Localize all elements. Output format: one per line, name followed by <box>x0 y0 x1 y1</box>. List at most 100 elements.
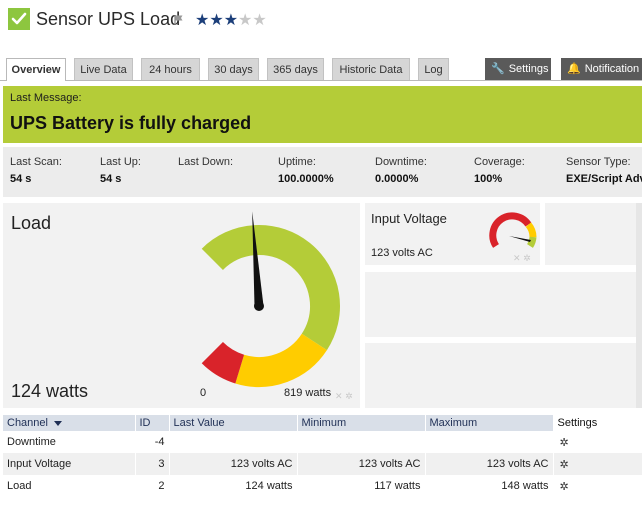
cell-last-value: 123 volts AC <box>169 453 298 475</box>
column-header-settings: Settings <box>553 415 642 431</box>
stat-value: EXE/Script Adv <box>566 173 642 185</box>
cell-maximum: 148 watts <box>425 475 554 497</box>
notifications-button[interactable]: 🔔 Notification <box>561 58 642 80</box>
stat-downtime: Downtime: 0.0000% <box>375 156 427 185</box>
tab-log[interactable]: Log <box>418 58 449 80</box>
panel-edge <box>636 203 642 408</box>
column-header-last-value[interactable]: Last Value <box>169 415 298 431</box>
tab-overview[interactable]: Overview <box>6 58 66 81</box>
cell-channel[interactable]: Downtime <box>3 431 136 453</box>
gear-icon[interactable]: ✲ <box>345 391 353 401</box>
cell-last-value: 124 watts <box>169 475 298 497</box>
gear-icon[interactable]: ✲ <box>560 436 569 449</box>
gauge-min-label: 0 <box>200 387 207 399</box>
table-header-row: Channel ID Last Value Minimum Maximum Se… <box>3 415 642 431</box>
stat-uptime: Uptime: 100.0000% <box>278 156 334 185</box>
tab-24-hours[interactable]: 24 hours <box>141 58 200 80</box>
stat-value: 0.0000% <box>375 173 419 185</box>
stat-label: Downtime: <box>375 156 427 168</box>
panel-tools[interactable]: ✕ ✲ <box>335 391 353 402</box>
cell-maximum <box>425 431 554 453</box>
star-icon[interactable]: ★ <box>209 12 223 29</box>
empty-panel <box>365 343 642 408</box>
last-message-text: UPS Battery is fully charged <box>10 113 252 133</box>
tab-365-days[interactable]: 365 days <box>267 58 324 80</box>
tab-bar: Overview Live Data 24 hours 30 days 365 … <box>0 58 642 81</box>
input-voltage-gauge <box>489 212 537 248</box>
gauge-hub <box>254 301 264 311</box>
status-ok-icon <box>8 8 30 30</box>
star-icon[interactable]: ★ <box>224 12 238 29</box>
gear-icon[interactable]: ✲ <box>560 458 569 471</box>
stat-last-scan: Last Scan: 54 s <box>10 156 62 185</box>
table-row: Input Voltage 3 123 volts AC 123 volts A… <box>3 453 642 475</box>
stat-coverage: Coverage: 100% <box>474 156 525 185</box>
page-title: Sensor UPS Load <box>36 9 181 29</box>
flag-icon[interactable] <box>174 14 184 26</box>
pin-icon[interactable]: ✕ <box>513 253 521 263</box>
star-icon[interactable]: ★ <box>238 12 252 29</box>
cell-settings: ✲ <box>553 475 642 497</box>
sensor-header: Sensor UPS Load ★★★★★ <box>0 0 642 44</box>
star-icon[interactable]: ★ <box>195 12 209 29</box>
empty-panel <box>365 272 642 337</box>
stat-last-down: Last Down: <box>178 156 233 173</box>
channel-table: Channel ID Last Value Minimum Maximum Se… <box>3 415 642 497</box>
cell-settings: ✲ <box>553 431 642 453</box>
tab-live-data[interactable]: Live Data <box>74 58 133 80</box>
table-row: Downtime -4 ✲ <box>3 431 642 453</box>
panel-tools[interactable]: ✕ ✲ <box>513 253 531 264</box>
load-gauge <box>201 211 340 387</box>
empty-panel <box>545 203 642 265</box>
tab-30-days[interactable]: 30 days <box>208 58 259 80</box>
cell-last-value <box>169 431 298 453</box>
cell-channel[interactable]: Load <box>3 475 136 497</box>
last-message-label: Last Message: <box>10 92 82 104</box>
tab-historic-data[interactable]: Historic Data <box>332 58 410 80</box>
sensor-stats: Last Scan: 54 s Last Up: 54 s Last Down:… <box>3 147 642 197</box>
load-gauge-panel: Load 0 819 watts 124 watts ✕ ✲ <box>3 203 360 408</box>
column-header-id[interactable]: ID <box>135 415 170 431</box>
stat-label: Last Down: <box>178 156 234 168</box>
cell-settings: ✲ <box>553 453 642 475</box>
stat-label: Last Up: <box>100 156 141 168</box>
table-row: Load 2 124 watts 117 watts 148 watts ✲ <box>3 475 642 497</box>
notifications-button-label: Notification <box>584 63 640 75</box>
settings-button-label: Settings <box>508 63 549 75</box>
cell-channel[interactable]: Input Voltage <box>3 453 136 475</box>
stat-last-up: Last Up: 54 s <box>100 156 141 185</box>
column-header-channel[interactable]: Channel <box>3 415 136 431</box>
sort-down-icon <box>53 420 62 426</box>
settings-button[interactable]: 🔧 Settings <box>485 58 551 80</box>
column-header-minimum[interactable]: Minimum <box>297 415 426 431</box>
cell-id: -4 <box>135 431 170 453</box>
priority-stars[interactable]: ★★★★★ <box>195 10 267 30</box>
stat-value: 54 s <box>100 173 122 185</box>
gauge-band-warning <box>235 333 327 387</box>
last-message-bar: Last Message: UPS Battery is fully charg… <box>3 86 642 143</box>
gear-icon[interactable]: ✲ <box>523 253 531 263</box>
stat-value: 100.0000% <box>278 173 334 185</box>
stat-value: 100% <box>474 173 503 185</box>
gear-icon[interactable]: ✲ <box>560 480 569 493</box>
stat-label: Last Scan: <box>10 156 62 168</box>
cell-minimum <box>297 431 426 453</box>
gauge-value: 123 volts AC <box>371 247 433 259</box>
stat-value: 54 s <box>10 173 32 185</box>
gauge-title: Input Voltage <box>371 211 447 226</box>
star-icon[interactable]: ★ <box>252 12 266 29</box>
gauge-band-error <box>201 341 245 384</box>
cell-minimum: 123 volts AC <box>297 453 426 475</box>
input-voltage-panel: Input Voltage 123 volts AC ✕ ✲ <box>365 203 540 265</box>
wrench-icon: 🔧 <box>491 63 505 75</box>
gauge-value: 124 watts <box>11 381 89 401</box>
stat-label: Uptime: <box>278 156 316 168</box>
cell-id: 3 <box>135 453 170 475</box>
cell-minimum: 117 watts <box>297 475 426 497</box>
stat-label: Sensor Type: <box>566 156 631 168</box>
pin-icon[interactable]: ✕ <box>335 391 343 401</box>
stat-sensor-type: Sensor Type: EXE/Script Adv <box>566 156 642 185</box>
gauge-max-label: 819 watts <box>284 387 332 399</box>
column-header-maximum[interactable]: Maximum <box>425 415 554 431</box>
sensor-page: Sensor UPS Load ★★★★★ Overview Live Data… <box>0 0 642 510</box>
